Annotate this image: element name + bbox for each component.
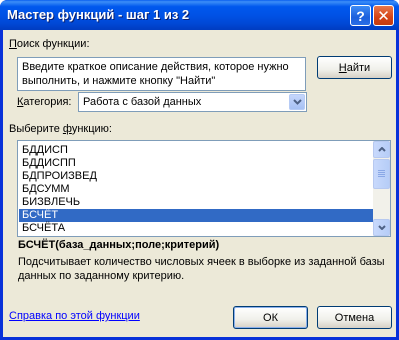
title-bar[interactable]: Мастер функций - шаг 1 из 2 ? ✕ [0,0,399,30]
function-description: Подсчитывает количество числовых ячеек в… [18,256,385,282]
arrow-up-icon [377,147,386,152]
cancel-button-label: Отмена [334,311,375,324]
category-dropdown-button[interactable] [289,94,305,110]
category-label: Категория: [17,96,72,108]
list-item[interactable]: БСЧЁТА [19,222,374,235]
close-button[interactable]: ✕ [373,5,394,26]
chevron-down-icon [292,99,302,105]
list-item[interactable]: БИЗВЛЕЧЬ [19,196,374,209]
function-syntax: БСЧЁТ(база_данных;поле;критерий) [18,239,220,251]
function-help-link[interactable]: Справка по этой функции [9,310,140,322]
search-label: Поиск функции: [9,38,90,50]
scroll-down-button[interactable] [373,219,390,236]
function-listbox[interactable]: БДДИСП БДДИСПП БДПРОИЗВЕД БДСУММ БИЗВЛЕЧ… [17,140,391,237]
arrow-down-icon [377,225,386,230]
category-select[interactable]: Работа с базой данных [78,92,307,112]
function-list-label: Выберите функцию: [9,123,112,135]
close-icon: ✕ [377,7,390,25]
category-value: Работа с базой данных [83,96,202,108]
list-item[interactable]: БДДИСП [19,144,374,157]
cancel-button[interactable]: Отмена [317,306,392,329]
find-button-label: Найти [338,61,371,74]
dialog-body: Поиск функции: Введите краткое описание … [3,30,396,337]
help-button[interactable]: ? [350,5,371,26]
scroll-up-button[interactable] [373,141,390,158]
vertical-scrollbar[interactable] [373,141,390,236]
list-item[interactable]: БДПРОИЗВЕД [19,170,374,183]
window-title: Мастер функций - шаг 1 из 2 [7,7,190,22]
dialog-window: Мастер функций - шаг 1 из 2 ? ✕ Поиск фу… [0,0,399,340]
list-item[interactable]: БДДИСПП [19,157,374,170]
search-input[interactable]: Введите краткое описание действия, котор… [17,57,306,91]
ok-button[interactable]: ОК [233,306,308,329]
find-button[interactable]: Найти [317,56,392,79]
scroll-thumb[interactable] [373,159,390,189]
question-mark-icon: ? [356,7,365,24]
list-item[interactable]: БДСУММ [19,183,374,196]
list-item-selected[interactable]: БСЧЁТ [19,209,374,222]
ok-button-label: ОК [263,311,278,324]
